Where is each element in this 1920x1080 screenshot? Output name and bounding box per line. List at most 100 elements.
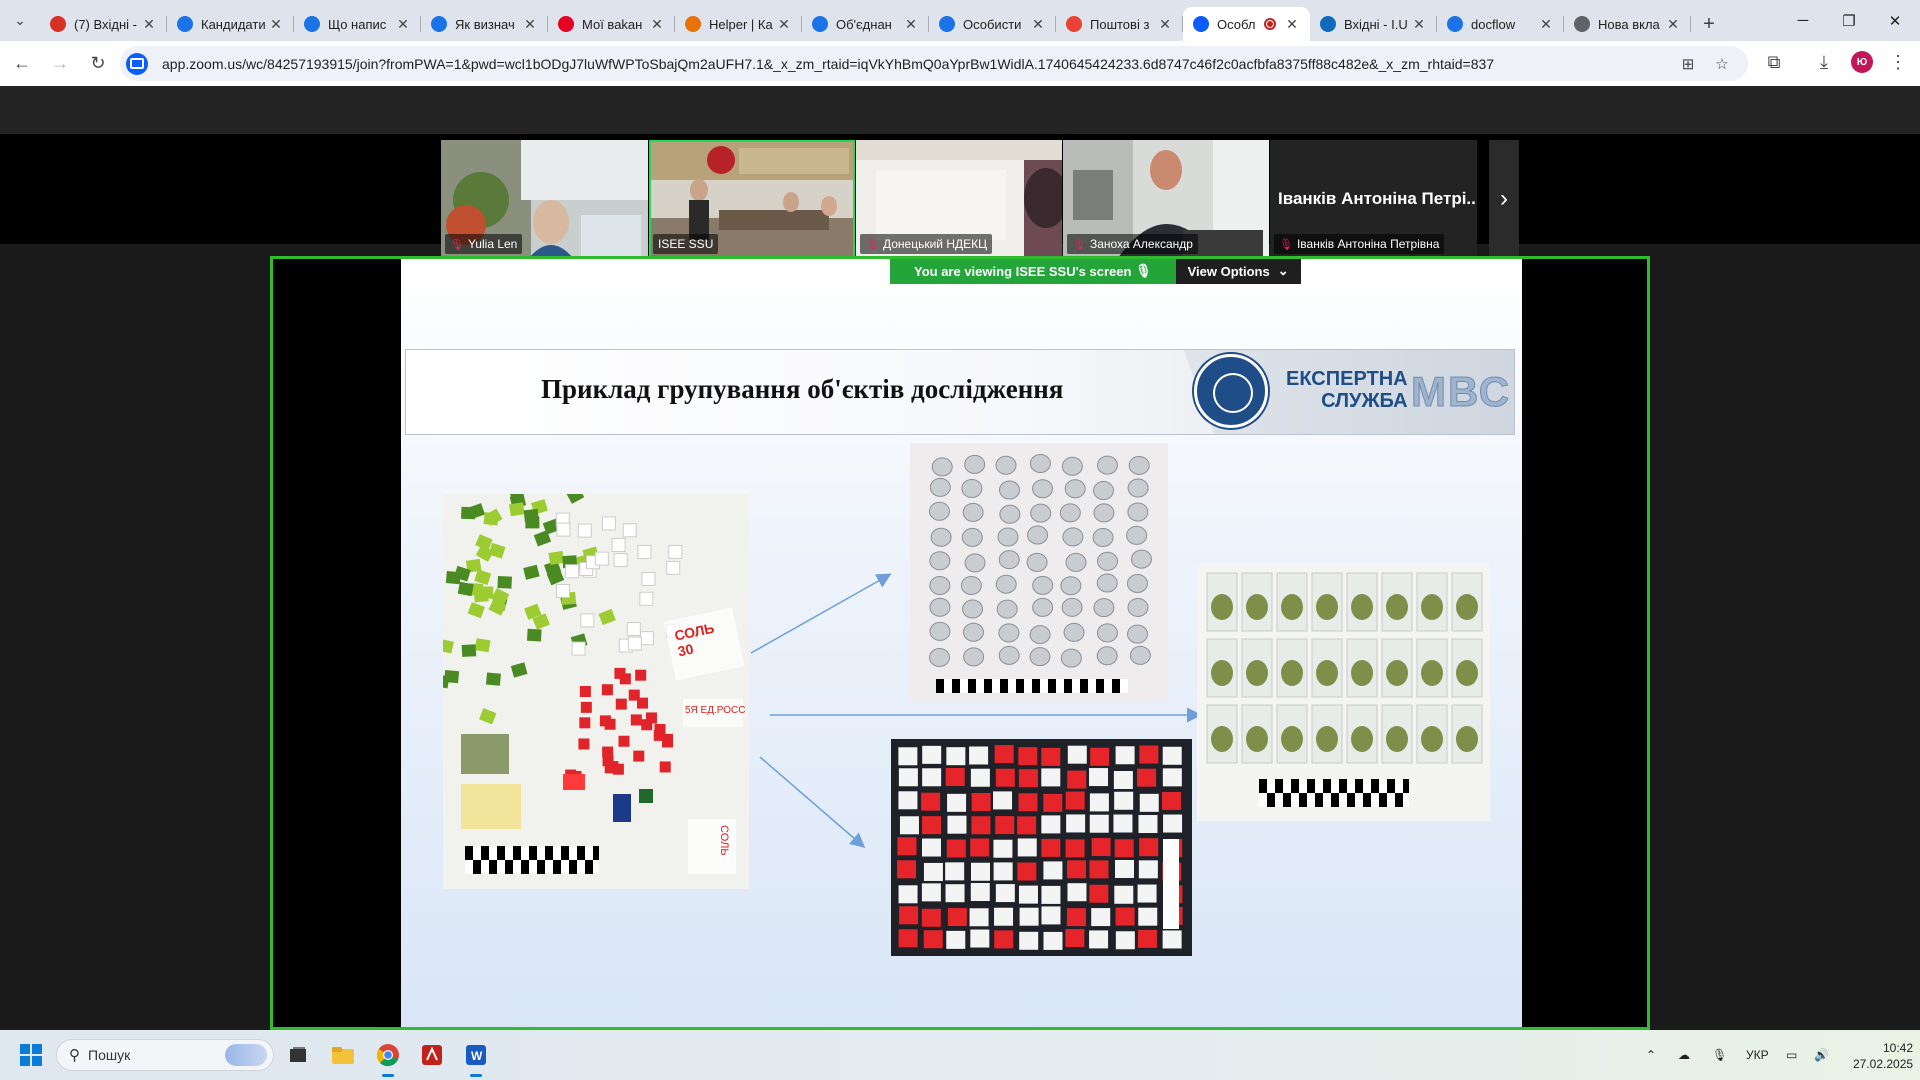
microphone-icon[interactable]: 🎙 — [1712, 1030, 1727, 1080]
tab-label: (7) Вхідні - — [74, 16, 138, 32]
volume-icon[interactable]: 🔊 — [1814, 1030, 1829, 1080]
extensions-puzzle-icon[interactable]: ⧉ — [1762, 50, 1786, 74]
browser-tab[interactable]: Особл ✕ — [1183, 7, 1310, 41]
close-tab-icon[interactable]: ✕ — [268, 16, 284, 33]
browser-tab[interactable]: Особисти ✕ — [929, 7, 1056, 41]
photo-detail — [461, 734, 509, 774]
browser-tab[interactable]: Об'єднан ✕ — [802, 7, 929, 41]
network-cloud-icon[interactable]: ☁ — [1678, 1030, 1690, 1080]
word-icon[interactable]: W — [459, 1038, 493, 1077]
new-tab-button[interactable]: + — [1691, 7, 1727, 41]
photo-detail — [1421, 726, 1443, 752]
taskbar-clock[interactable]: 10:42 27.02.2025 — [1853, 1040, 1913, 1072]
photo-detail — [630, 714, 642, 726]
profile-avatar[interactable]: Ю — [1851, 51, 1873, 73]
photo-detail — [509, 502, 525, 517]
show-hidden-icons-chevron-icon[interactable]: ⌃ — [1646, 1030, 1656, 1080]
photo-detail — [1041, 885, 1061, 904]
close-tab-icon[interactable]: ✕ — [903, 16, 919, 33]
display-icon[interactable]: ▭ — [1786, 1030, 1797, 1080]
photo-detail — [1091, 838, 1111, 857]
photo-detail — [1029, 453, 1051, 473]
participant-tile[interactable]: Іванків Антоніна Петрі... 🎙 Іванків Антон… — [1270, 140, 1477, 258]
browser-tab[interactable]: Нова вкла ✕ — [1564, 7, 1691, 41]
close-tab-icon[interactable]: ✕ — [1665, 16, 1681, 33]
close-tab-icon[interactable]: ✕ — [522, 16, 538, 33]
browser-menu-kebab-icon[interactable]: ⋮ — [1886, 50, 1910, 74]
photo-detail — [1018, 885, 1038, 904]
photo-detail — [946, 930, 966, 949]
forward-arrow-icon[interactable]: → — [44, 48, 76, 80]
browser-tab[interactable]: Вхідні - I.U ✕ — [1310, 7, 1437, 41]
photo-detail — [633, 750, 645, 762]
file-explorer-icon[interactable] — [326, 1038, 360, 1072]
outlook-icon — [1320, 16, 1336, 32]
acrobat-icon[interactable] — [415, 1038, 449, 1072]
site-icon — [431, 16, 447, 32]
participant-tile[interactable]: 🎙 Yulia Len — [441, 140, 648, 258]
task-view-icon[interactable] — [281, 1038, 315, 1072]
close-window-icon[interactable]: ✕ — [1872, 0, 1918, 41]
browser-tab[interactable]: (7) Вхідні - ✕ — [40, 7, 167, 41]
close-tab-icon[interactable]: ✕ — [1411, 16, 1427, 33]
photo-detail — [1162, 746, 1182, 765]
browser-tab[interactable]: Що напис ✕ — [294, 7, 421, 41]
browser-tab[interactable]: Поштові з ✕ — [1056, 7, 1183, 41]
address-bar[interactable]: app.zoom.us/wc/84257193915/join?fromPWA=… — [120, 46, 1748, 81]
browser-tab[interactable]: Як визнач ✕ — [421, 7, 548, 41]
taskbar-search-input[interactable]: ⚲ Пошук — [56, 1039, 274, 1071]
minimize-icon[interactable]: ─ — [1780, 0, 1826, 41]
close-tab-icon[interactable]: ✕ — [395, 16, 411, 33]
photo-detail — [1089, 814, 1109, 833]
participant-tile[interactable]: ISEE SSU — [649, 140, 855, 258]
photo-detail — [1093, 503, 1115, 523]
next-participants-chevron-icon[interactable]: › — [1489, 140, 1519, 258]
photo-detail — [897, 837, 917, 856]
photo-detail — [1126, 525, 1148, 545]
close-tab-icon[interactable]: ✕ — [776, 16, 792, 33]
url-text[interactable]: app.zoom.us/wc/84257193915/join?fromPWA=… — [162, 56, 1494, 72]
photo-detail — [474, 638, 491, 653]
tab-search-chevron-icon[interactable]: ⌄ — [0, 0, 40, 41]
participant-name-label: 🎙 Yulia Len — [445, 234, 523, 254]
photo-detail — [1029, 625, 1051, 645]
browser-tab[interactable]: Мої ваkан ✕ — [548, 7, 675, 41]
back-arrow-icon[interactable]: ← — [6, 48, 38, 80]
photo-detail — [970, 838, 990, 857]
browser-tab[interactable]: docflow ✕ — [1437, 7, 1564, 41]
browser-tab[interactable]: Helper | Ка ✕ — [675, 7, 802, 41]
photo-detail — [969, 746, 989, 765]
photo-detail — [599, 715, 611, 727]
photo-detail — [556, 522, 571, 537]
photo-detail — [1018, 747, 1038, 766]
download-icon[interactable]: ⤓ — [1812, 50, 1836, 74]
photo-detail — [526, 628, 542, 642]
translate-icon[interactable]: ⊞ — [1678, 54, 1698, 74]
close-tab-icon[interactable]: ✕ — [141, 16, 157, 33]
input-language-indicator[interactable]: УКР — [1746, 1030, 1769, 1080]
photo-detail — [931, 457, 953, 477]
browser-tab[interactable]: Кандидати ✕ — [167, 7, 294, 41]
participant-tile[interactable]: 🎙 Донецький НДЕКЦ — [856, 140, 1062, 258]
bookmark-star-icon[interactable]: ☆ — [1712, 54, 1732, 74]
close-tab-icon[interactable]: ✕ — [1538, 16, 1554, 33]
tab-label: Що напис — [328, 16, 387, 32]
close-tab-icon[interactable]: ✕ — [1030, 16, 1046, 33]
windows-taskbar: ⚲ Пошук W ⌃ ☁ 🎙 УКР ▭ 🔊 10:42 27.02.2025 — [0, 1030, 1920, 1080]
tab-label: Helper | Ка — [709, 16, 773, 32]
windows-start-icon[interactable] — [14, 1038, 48, 1072]
view-options-button[interactable]: View Options ⌄ — [1175, 259, 1301, 284]
chrome-icon[interactable] — [371, 1038, 405, 1077]
photo-detail — [1017, 862, 1037, 881]
photo-detail — [563, 774, 585, 790]
close-tab-icon[interactable]: ✕ — [1157, 16, 1173, 33]
close-tab-icon[interactable]: ✕ — [1284, 16, 1300, 33]
photo-detail — [1089, 793, 1109, 812]
photo-detail — [1093, 598, 1115, 618]
restore-icon[interactable]: ❐ — [1826, 0, 1872, 41]
reload-icon[interactable]: ↻ — [82, 48, 114, 80]
photo-detail — [1018, 793, 1038, 812]
participant-tile[interactable]: 🎙 Заноха Александр — [1063, 140, 1269, 258]
close-tab-icon[interactable]: ✕ — [649, 16, 665, 33]
zoom-site-icon[interactable] — [126, 52, 148, 75]
